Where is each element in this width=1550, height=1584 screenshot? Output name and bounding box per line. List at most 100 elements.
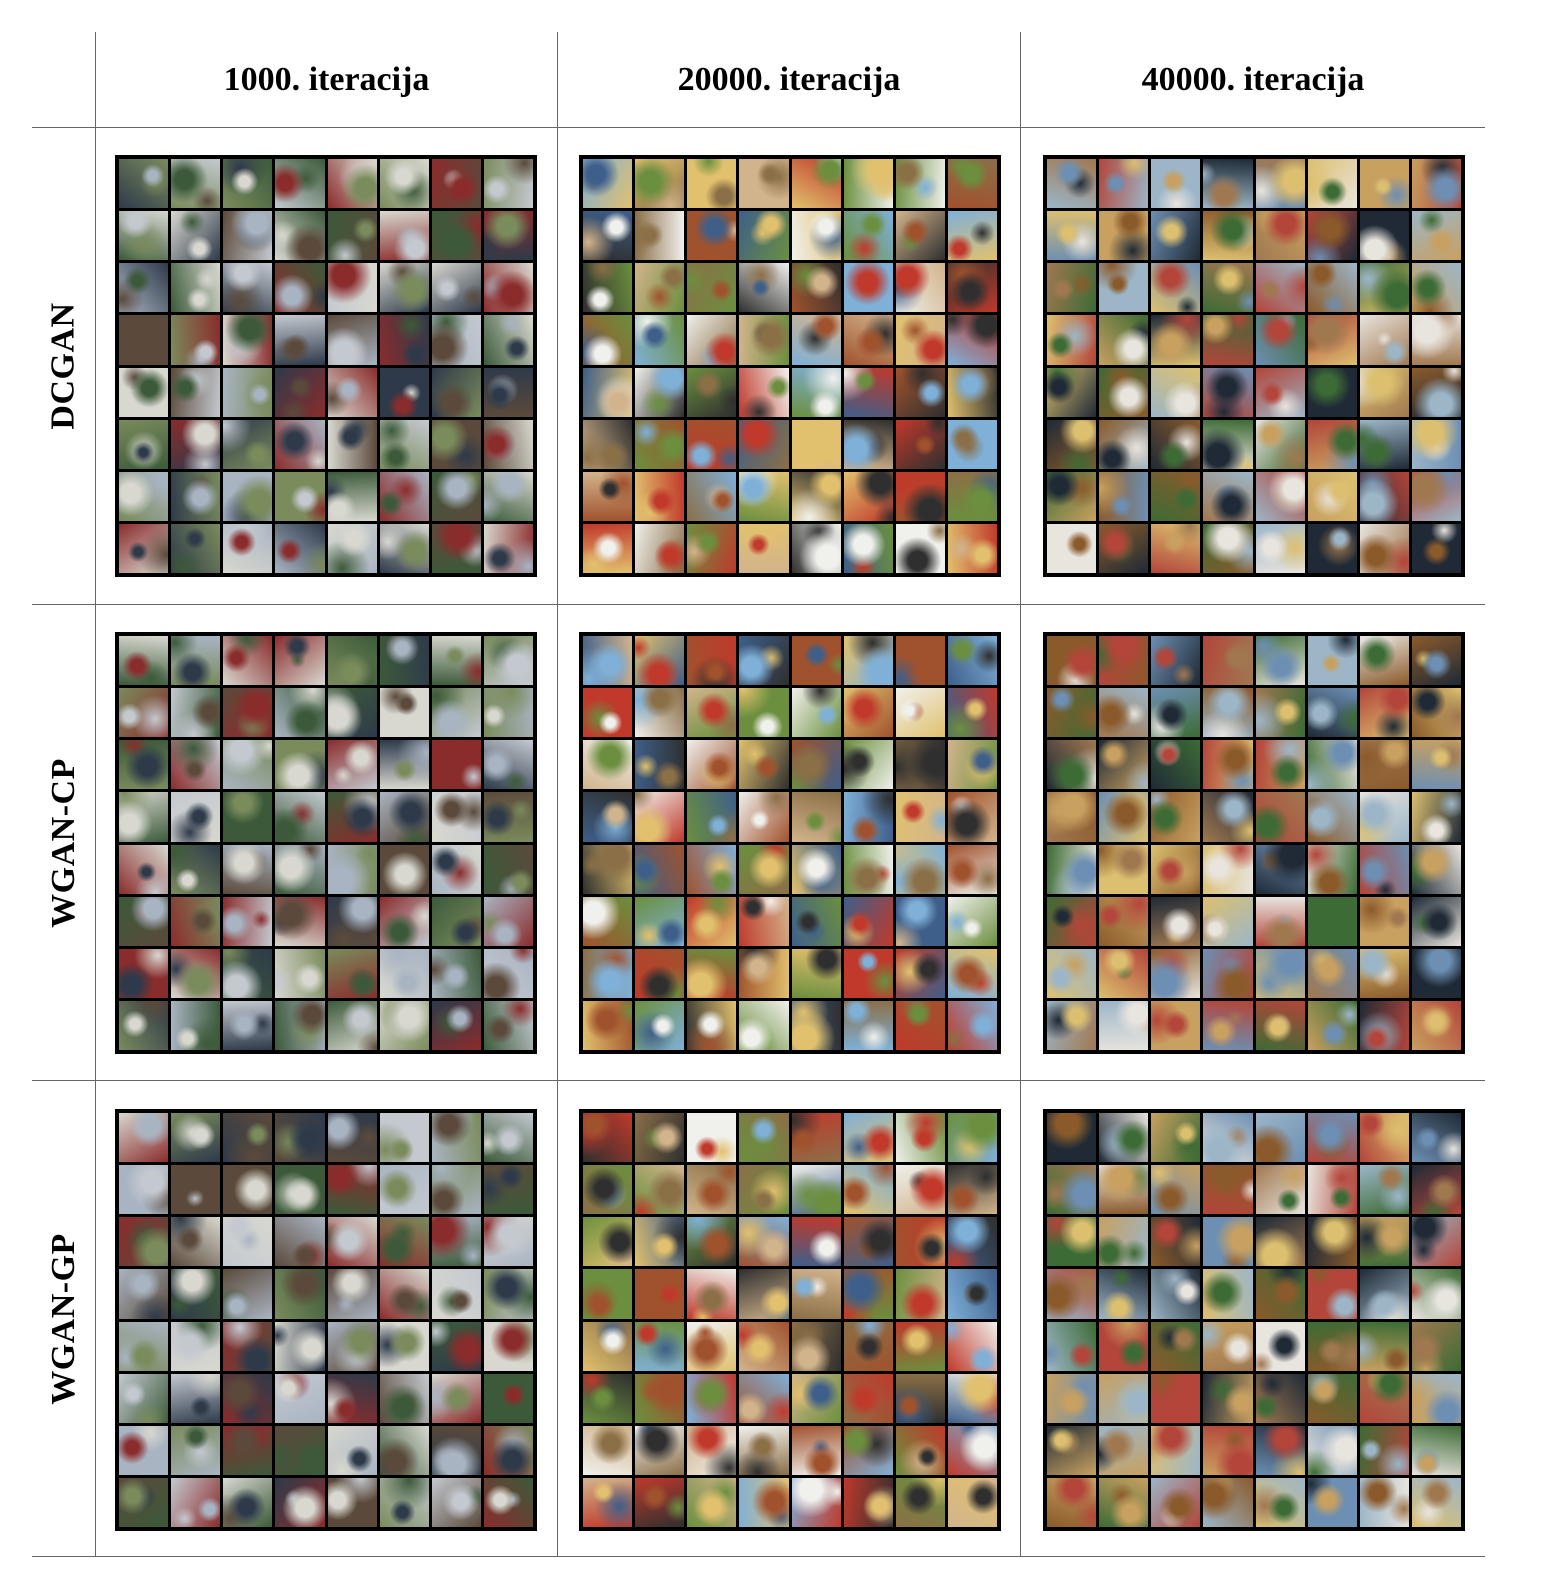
sample-image: [791, 211, 841, 261]
sample-image: [895, 315, 945, 365]
sample-image: [1047, 471, 1097, 521]
sample-image: [275, 1477, 325, 1527]
sample-image: [171, 471, 221, 521]
sample-image: [687, 263, 737, 313]
sample-image: [739, 636, 789, 686]
sample-image: [739, 1113, 789, 1163]
sample-image: [1411, 419, 1461, 469]
sample-image: [1151, 896, 1201, 946]
sample-image: [431, 523, 481, 573]
sample-image: [947, 688, 997, 738]
sample-image: [1359, 211, 1409, 261]
sample-image: [1099, 1373, 1149, 1423]
sample-image: [119, 948, 169, 998]
sample-image: [275, 1269, 325, 1319]
sample-image: [635, 1217, 685, 1267]
sample-grid-wgangp-40000: [1043, 1109, 1465, 1531]
sample-image: [791, 636, 841, 686]
sample-image: [739, 315, 789, 365]
sample-image: [379, 1217, 429, 1267]
sample-image: [635, 740, 685, 790]
sample-image: [843, 1373, 893, 1423]
sample-image: [947, 471, 997, 521]
sample-image: [843, 523, 893, 573]
sample-image: [275, 159, 325, 209]
sample-image: [483, 1477, 533, 1527]
sample-image: [327, 1321, 377, 1371]
sample-image: [119, 1217, 169, 1267]
sample-image: [635, 159, 685, 209]
sample-image: [223, 636, 273, 686]
sample-image: [327, 1000, 377, 1050]
sample-image: [895, 896, 945, 946]
sample-image: [223, 211, 273, 261]
sample-image: [171, 1113, 221, 1163]
sample-image: [223, 523, 273, 573]
sample-image: [1307, 792, 1357, 842]
sample-image: [739, 1425, 789, 1475]
sample-grid-wgancp-1000: [115, 632, 537, 1054]
sample-image: [1203, 1477, 1253, 1527]
sample-image: [275, 1373, 325, 1423]
sample-image: [483, 1321, 533, 1371]
sample-image: [895, 471, 945, 521]
sample-image: [431, 471, 481, 521]
sample-image: [583, 896, 633, 946]
sample-image: [1099, 1165, 1149, 1215]
sample-image: [327, 1217, 377, 1267]
sample-image: [687, 844, 737, 894]
sample-image: [379, 1165, 429, 1215]
sample-image: [687, 1269, 737, 1319]
sample-image: [1151, 740, 1201, 790]
row-header: DCGAN: [32, 128, 95, 604]
sample-image: [1359, 1373, 1409, 1423]
sample-image: [1099, 367, 1149, 417]
sample-image: [1307, 159, 1357, 209]
sample-image: [223, 419, 273, 469]
sample-image: [223, 792, 273, 842]
sample-image: [895, 1165, 945, 1215]
sample-image: [379, 471, 429, 521]
sample-image: [431, 1373, 481, 1423]
sample-image: [1307, 1373, 1357, 1423]
sample-image: [431, 688, 481, 738]
sample-image: [1151, 1373, 1201, 1423]
sample-image: [895, 419, 945, 469]
sample-image: [1099, 1477, 1149, 1527]
sample-image: [687, 636, 737, 686]
sample-image: [791, 1477, 841, 1527]
sample-image: [1255, 948, 1305, 998]
sample-image: [1359, 1165, 1409, 1215]
sample-image: [739, 1477, 789, 1527]
sample-image: [171, 688, 221, 738]
sample-image: [739, 1373, 789, 1423]
sample-image: [431, 792, 481, 842]
sample-image: [1203, 211, 1253, 261]
sample-image: [843, 159, 893, 209]
sample-image: [327, 896, 377, 946]
sample-image: [119, 471, 169, 521]
sample-image: [843, 419, 893, 469]
sample-image: [223, 1000, 273, 1050]
sample-image: [947, 419, 997, 469]
sample-image: [843, 1425, 893, 1475]
sample-image: [379, 211, 429, 261]
sample-image: [1047, 688, 1097, 738]
sample-image: [483, 211, 533, 261]
sample-image: [379, 1269, 429, 1319]
sample-image: [431, 1269, 481, 1319]
sample-image: [739, 263, 789, 313]
sample-image: [635, 315, 685, 365]
sample-image: [1359, 688, 1409, 738]
sample-image: [739, 1000, 789, 1050]
sample-image: [1203, 1113, 1253, 1163]
sample-image: [583, 1477, 633, 1527]
sample-image: [843, 263, 893, 313]
sample-image: [635, 1477, 685, 1527]
sample-image: [1359, 523, 1409, 573]
sample-image: [1203, 844, 1253, 894]
sample-image: [635, 1113, 685, 1163]
sample-image: [739, 948, 789, 998]
sample-image: [635, 471, 685, 521]
sample-image: [119, 419, 169, 469]
